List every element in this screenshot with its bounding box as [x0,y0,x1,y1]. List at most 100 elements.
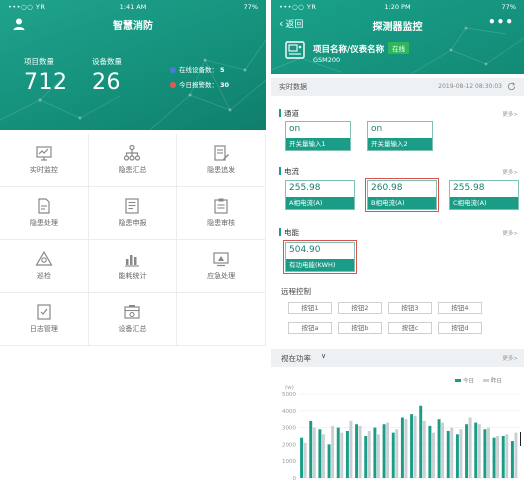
remote-button-7[interactable]: 按钮c [388,322,432,334]
menu-item-label: 隐患追发 [207,166,236,174]
online-status-badge: 在线 [388,42,410,54]
report-icon [125,198,140,214]
battery-level: 77% [243,3,258,11]
remote-button-2[interactable]: 按钮2 [338,302,382,314]
bar-yesterday [505,434,509,478]
bar-today [474,422,478,478]
bar-yesterday [349,420,353,478]
current-box-c[interactable]: 255.98 C相电流(A) [449,180,519,210]
bar-yesterday [441,422,445,478]
y-tick-label: 2000 [282,442,296,448]
legend-label: 今日 [463,377,474,385]
bar-yesterday [404,419,408,478]
remote-button-4[interactable]: 按钮4 [438,302,482,314]
remote-control-title: 远程控制 [281,287,311,296]
more-link-power[interactable]: 更多> [502,354,518,362]
bar-yesterday [486,427,490,478]
bar-yesterday [312,427,316,478]
realtime-data-bar: 实时数据 2019-08-12 08:30:03 [271,78,524,96]
chevron-down-icon[interactable]: ∨ [321,352,326,360]
current-box-b[interactable]: 260.98 B相电流(A) [365,178,439,212]
menu-item-8[interactable]: 能耗统计 [88,240,178,293]
detector-header: •••○○ YR 1:20 PM 77% ‹ 返回 探测器监控 ••• 项目名称/… [271,0,524,74]
menu-item-label: 能耗统计 [118,272,147,280]
stat-label: 设备数量 [92,57,122,66]
alarm-dot-icon [170,82,176,88]
section-title-current: 电流 [279,166,299,176]
menu-item-11[interactable]: 设备汇总 [88,293,178,346]
bar-today [355,424,359,478]
menu-item-3[interactable]: 隐患追发 [177,134,266,187]
menu-item-5[interactable]: 隐患申报 [88,187,178,240]
phone-home-screen: •••○○ YR 1:41 AM 77% 智慧消防 项目数量 712 设备数量 … [0,0,266,488]
menu-item-9[interactable]: 应急处理 [177,240,266,293]
menu-item-10[interactable]: 日志管理 [0,293,89,346]
bar-yesterday [496,436,500,478]
more-menu-button[interactable]: ••• [488,15,514,29]
bar-yesterday [386,422,390,478]
refresh-icon[interactable] [507,82,516,91]
power-label: 视在功率 [281,354,311,363]
remote-button-5[interactable]: 按钮a [288,322,332,334]
bar-today [382,424,386,478]
menu-item-6[interactable]: 隐患审核 [177,187,266,240]
nav-bar: ‹ 返回 探测器监控 ••• [271,15,524,34]
menu-item-4[interactable]: 隐患处理 [0,187,89,240]
home-header: •••○○ YR 1:41 AM 77% 智慧消防 项目数量 712 设备数量 … [0,0,266,130]
device-name: 项目名称/仪表名称 在线 [313,42,410,55]
status-time: 1:20 PM [384,3,411,11]
channel-box-1[interactable]: on 开关量输入1 [285,121,351,151]
current-name: A相电流(A) [286,197,354,209]
screenshot-stage: •••○○ YR 1:41 AM 77% 智慧消防 项目数量 712 设备数量 … [0,0,524,488]
bar-today [492,437,496,478]
realtime-timestamp: 2019-08-12 08:30:03 [438,83,502,90]
menu-item-7[interactable]: 巡检 [0,240,89,293]
bar-today [400,417,404,478]
bar-yesterday [395,429,399,478]
apparent-power-chart: (w) 0 1000 2000 3000 4000 5000 今日 昨日 [282,377,519,482]
energy-value: 504.90 [289,245,321,255]
bar-today [364,436,368,478]
more-link-energy[interactable]: 更多> [502,229,518,237]
bar-today [501,436,505,478]
edit-doc-icon [214,145,230,161]
more-link-current[interactable]: 更多> [502,168,518,176]
bar-yesterday [331,425,335,478]
remote-button-8[interactable]: 按钮d [438,322,482,334]
current-box-a[interactable]: 255.98 A相电流(A) [285,180,355,210]
bar-yesterday [376,434,380,478]
menu-item-label: 隐患处理 [29,219,58,227]
remote-button-6[interactable]: 按钮b [338,322,382,334]
bar-yesterday [431,432,435,478]
bar-today [309,420,313,478]
current-name: C相电流(A) [450,197,518,209]
status-bar: •••○○ YR 1:41 AM 77% [0,0,266,14]
bar-yesterday [413,415,417,478]
remote-button-1[interactable]: 按钮1 [288,302,332,314]
bar-yesterday [450,427,454,478]
menu-item-label: 隐患汇总 [118,166,147,174]
remote-button-3[interactable]: 按钮3 [388,302,432,314]
bar-today [446,430,450,478]
energy-box[interactable]: 504.90 有功电能(KWH) [283,240,357,274]
energy-name: 有功电能(KWH) [286,259,354,271]
bar-chart-icon [125,255,140,267]
bar-today [455,434,459,478]
legend-swatch [455,379,461,382]
monitor-icon [36,146,52,161]
more-link-channel[interactable]: 更多> [502,110,518,118]
log-icon [37,304,51,320]
bar-yesterday [514,432,518,478]
channel-name: 开关量输入2 [368,138,432,150]
legend-swatch [483,379,489,382]
channel-box-2[interactable]: on 开关量输入2 [367,121,433,151]
apparent-power-bar[interactable]: 视在功率 ∨ 更多> [271,349,524,367]
menu-item-1[interactable]: 实时监控 [0,134,89,187]
project-count-stat: 项目数量 712 [24,56,68,95]
clipboard-icon [214,198,228,214]
home-title-row: 智慧消防 [0,15,266,35]
menu-item-2[interactable]: 隐患汇总 [88,134,178,187]
y-tick-label: 4000 [282,409,296,415]
menu-item-label: 实时监控 [29,166,58,174]
warning-icon [35,250,53,266]
